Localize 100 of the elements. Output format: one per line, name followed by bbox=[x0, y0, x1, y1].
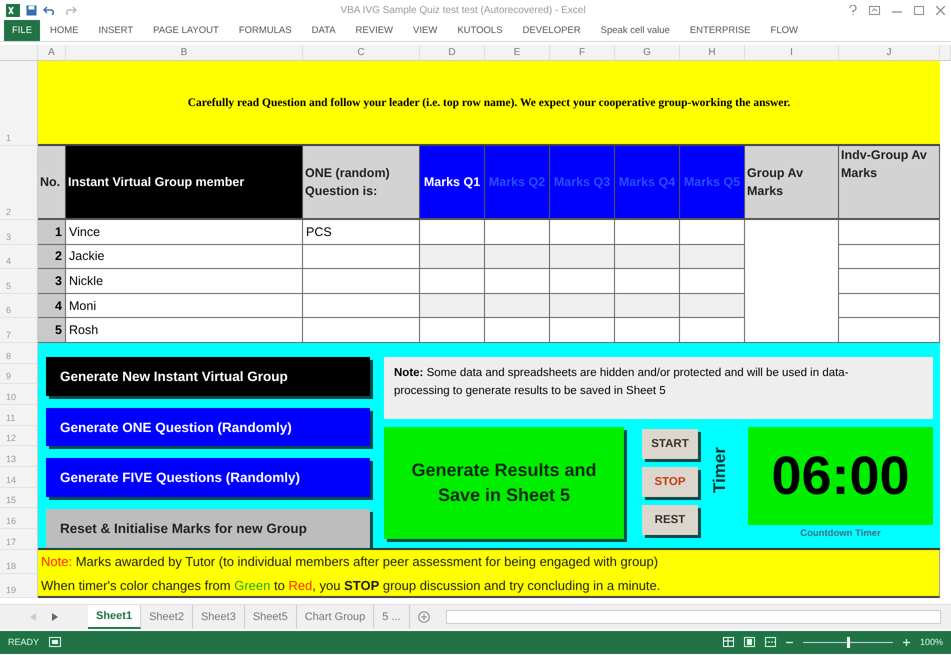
add-sheet-icon[interactable] bbox=[418, 610, 430, 623]
table-cell[interactable] bbox=[839, 220, 940, 245]
table-cell[interactable] bbox=[839, 244, 940, 270]
normal-view-icon[interactable] bbox=[722, 637, 734, 648]
table-cell[interactable] bbox=[680, 318, 745, 343]
row-number[interactable]: 18 bbox=[0, 550, 38, 574]
column-header[interactable]: J bbox=[839, 45, 940, 61]
table-cell[interactable] bbox=[550, 244, 615, 270]
table-cell[interactable] bbox=[420, 269, 485, 294]
table-cell[interactable] bbox=[839, 318, 940, 343]
row-number[interactable]: 12 bbox=[0, 426, 38, 446]
column-header[interactable]: G bbox=[615, 45, 680, 61]
macro-button[interactable]: Generate New Instant Virtual Group bbox=[46, 356, 370, 396]
ribbon-tab[interactable]: DEVELOPER bbox=[512, 20, 591, 41]
row-number[interactable]: 1 bbox=[0, 61, 38, 146]
table-cell[interactable] bbox=[615, 318, 680, 343]
zoom-in-icon[interactable] bbox=[902, 638, 910, 646]
table-cell[interactable] bbox=[420, 220, 485, 245]
ribbon-tab[interactable]: FLOW bbox=[760, 20, 808, 41]
table-cell[interactable] bbox=[485, 294, 550, 318]
table-cell[interactable] bbox=[680, 269, 745, 294]
row-number[interactable]: 14 bbox=[0, 467, 38, 488]
column-header[interactable]: C bbox=[303, 45, 420, 61]
row-number[interactable]: 15 bbox=[0, 488, 38, 508]
ribbon-tab[interactable]: DATA bbox=[302, 20, 346, 41]
undo-icon[interactable] bbox=[43, 5, 57, 15]
table-cell[interactable] bbox=[550, 269, 615, 294]
column-header[interactable]: E bbox=[485, 45, 550, 61]
row-number[interactable]: 19 bbox=[0, 574, 38, 598]
generate-results-button[interactable]: Generate Results and Save in Sheet 5 bbox=[384, 426, 624, 539]
table-cell[interactable] bbox=[420, 294, 485, 318]
table-cell[interactable] bbox=[839, 294, 940, 318]
table-cell[interactable] bbox=[680, 244, 745, 270]
table-cell[interactable] bbox=[420, 244, 485, 270]
zoom-level[interactable]: 100% bbox=[920, 637, 943, 648]
row-number[interactable]: 11 bbox=[0, 405, 38, 426]
ribbon-tab[interactable]: VIEW bbox=[403, 20, 448, 41]
table-cell[interactable] bbox=[420, 318, 485, 343]
row-number[interactable]: 2 bbox=[0, 146, 38, 220]
column-header[interactable]: F bbox=[550, 45, 615, 61]
row-number[interactable]: 13 bbox=[0, 446, 38, 468]
timer-button[interactable]: STOP bbox=[642, 466, 698, 497]
sheet-tab[interactable]: Sheet1 bbox=[88, 604, 142, 629]
macro-record-icon[interactable] bbox=[49, 637, 62, 648]
vertical-scrollbar[interactable] bbox=[940, 45, 951, 61]
macro-button[interactable]: Generate ONE Question (Randomly) bbox=[46, 408, 370, 446]
table-cell[interactable] bbox=[550, 318, 615, 343]
close-icon[interactable] bbox=[936, 6, 945, 14]
table-cell[interactable] bbox=[680, 294, 745, 318]
save-icon[interactable] bbox=[26, 4, 37, 16]
row-number[interactable]: 10 bbox=[0, 384, 38, 406]
sheet-tab[interactable]: Sheet5 bbox=[244, 604, 297, 629]
table-cell[interactable] bbox=[303, 294, 420, 318]
sheet-tab[interactable]: 5 ... bbox=[374, 604, 410, 629]
column-header[interactable]: H bbox=[680, 45, 745, 61]
timer-button[interactable]: START bbox=[642, 428, 698, 459]
table-cell[interactable] bbox=[615, 220, 680, 245]
sheet-tab[interactable]: Sheet3 bbox=[192, 604, 245, 629]
table-cell[interactable] bbox=[485, 244, 550, 270]
ribbon-tab[interactable]: Speak cell value bbox=[590, 20, 680, 41]
ribbon-tab[interactable]: KUTOOLS bbox=[447, 20, 513, 41]
macro-button[interactable]: Generate FIVE Questions (Randomly) bbox=[46, 458, 370, 498]
row-number[interactable]: 17 bbox=[0, 529, 38, 550]
row-number[interactable]: 7 bbox=[0, 318, 38, 343]
slider-thumb[interactable] bbox=[846, 636, 850, 648]
scroll-right-icon[interactable] bbox=[52, 612, 58, 621]
table-cell[interactable] bbox=[615, 269, 680, 294]
table-cell[interactable] bbox=[615, 244, 680, 270]
row-number[interactable]: 3 bbox=[0, 220, 38, 245]
row-number[interactable]: 5 bbox=[0, 269, 38, 294]
timer-button[interactable]: REST bbox=[642, 504, 698, 535]
page-layout-icon[interactable] bbox=[744, 637, 755, 648]
page-break-icon[interactable] bbox=[764, 637, 776, 648]
table-cell[interactable] bbox=[745, 220, 839, 343]
ribbon-tab[interactable]: PAGE LAYOUT bbox=[143, 20, 229, 41]
column-header[interactable]: I bbox=[745, 45, 839, 61]
table-cell[interactable] bbox=[485, 220, 550, 245]
sheet-tab[interactable]: Chart Group bbox=[296, 604, 374, 629]
table-cell[interactable] bbox=[615, 294, 680, 318]
row-number[interactable]: 6 bbox=[0, 294, 38, 318]
table-cell[interactable] bbox=[680, 220, 745, 245]
table-cell[interactable] bbox=[485, 318, 550, 343]
row-number[interactable]: 4 bbox=[0, 244, 38, 270]
ribbon-display-icon[interactable] bbox=[869, 6, 880, 14]
table-cell[interactable] bbox=[303, 244, 420, 270]
column-header[interactable]: D bbox=[420, 45, 485, 61]
table-cell[interactable] bbox=[550, 294, 615, 318]
ribbon-tab[interactable]: FORMULAS bbox=[228, 20, 302, 41]
table-cell[interactable] bbox=[303, 318, 420, 343]
row-number[interactable]: 8 bbox=[0, 342, 38, 364]
table-cell[interactable] bbox=[839, 269, 940, 294]
column-header[interactable]: A bbox=[38, 45, 66, 61]
maximize-icon[interactable] bbox=[914, 6, 924, 14]
table-cell[interactable] bbox=[485, 269, 550, 294]
sheet-tab[interactable]: Sheet2 bbox=[141, 604, 193, 629]
help-icon[interactable] bbox=[849, 5, 857, 15]
row-number[interactable]: 16 bbox=[0, 508, 38, 530]
ribbon-tab[interactable]: REVIEW bbox=[346, 20, 404, 41]
file-tab[interactable]: FILE bbox=[4, 20, 40, 41]
ribbon-tab[interactable]: ENTERPRISE bbox=[680, 20, 761, 41]
